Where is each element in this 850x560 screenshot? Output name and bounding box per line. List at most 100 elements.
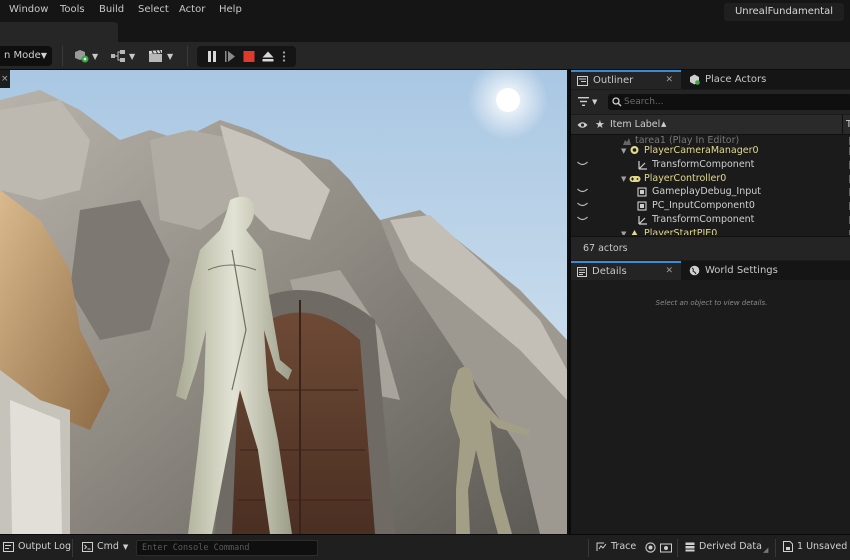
column-type-label[interactable]: T [846,119,850,130]
outliner-tree: tarea1 (Play In Editor) | ▼ PlayerCamera… [571,135,850,235]
main-toolbar: n Mode ▼ ▼ ▼ ▼ [0,42,850,70]
chevron-down-icon: ▼ [129,51,136,61]
eject-icon[interactable] [261,50,275,63]
clapperboard-icon [149,49,162,62]
close-icon[interactable]: × [0,74,9,84]
player-start-icon [631,230,638,235]
outliner-search-input[interactable] [624,95,844,109]
outliner-search-box[interactable] [608,94,850,110]
right-side-panels: Outliner ✕ Place Actors ▼ Search... ★ It… [569,70,850,534]
menu-tools[interactable]: Tools [60,4,85,15]
cinematics-button[interactable]: ▼ [148,47,173,65]
tab-world-settings[interactable]: World Settings [683,261,803,280]
mode-label: n Mode [4,50,41,61]
tab-outliner[interactable]: Outliner ✕ [571,70,681,89]
tree-row[interactable]: TransformComponent | [571,158,850,172]
record-icon[interactable] [645,542,656,553]
status-divider [775,539,776,557]
menu-select[interactable]: Select [138,4,169,15]
blueprints-button[interactable]: ▼ [110,47,135,65]
derived-data-icon [685,542,695,551]
menu-window[interactable]: Window [9,4,48,15]
document-tab-strip [0,22,850,42]
sort-ascending-icon: ▲ [661,120,667,128]
expand-arrow-icon[interactable]: ▼ [621,172,626,186]
transform-component-icon [638,216,647,225]
expand-arrow-icon[interactable]: ▼ [621,227,626,235]
pause-icon[interactable] [205,50,219,63]
step-frame-icon[interactable] [223,50,237,63]
output-log-label: Output Log [18,541,71,552]
details-tab-bar: Details ✕ World Settings [571,261,850,280]
chevron-down-icon: ▼ [92,51,99,61]
add-content-button[interactable]: ▼ [73,47,98,65]
tree-row-label: TransformComponent [652,214,755,225]
console-command-input[interactable] [136,540,318,556]
tree-row[interactable]: ▼ PlayerCameraManager0 | [571,144,850,158]
visibility-eye-icon[interactable] [577,216,588,222]
project-name-tab[interactable]: UnrealFundamental [724,3,844,21]
level-viewport[interactable] [0,70,567,534]
tab-outliner-label: Outliner [593,75,634,86]
resize-grip-icon: ◢ [763,546,769,554]
cmd-label: Cmd [97,541,119,552]
expand-arrow-icon[interactable]: ▼ [621,144,626,158]
details-panel: Select an object to view details. [571,280,850,534]
cmd-selector-button[interactable]: Cmd ▼ [82,541,128,552]
blueprint-icon [111,50,125,62]
menu-bar: Window Tools Build Select Actor Help Unr… [0,0,850,22]
visibility-eye-icon[interactable] [577,202,588,208]
visibility-eye-icon[interactable] [577,121,588,129]
mode-selector-dropdown[interactable]: n Mode ▼ [0,46,52,66]
tab-place-actors[interactable]: Place Actors [683,70,803,89]
column-item-label[interactable]: Item Label [610,119,660,130]
level-editor-tab[interactable] [0,22,118,42]
toolbar-divider [62,46,63,66]
output-log-button[interactable]: Output Log [3,541,71,552]
unsaved-changes-button[interactable]: 1 Unsaved [783,541,847,552]
close-icon[interactable]: ✕ [665,75,673,85]
details-empty-message: Select an object to view details. [655,299,768,307]
outliner-status-bar: 67 actors [571,236,850,260]
tree-row-label: PlayerController0 [644,173,727,184]
status-bar: Output Log Cmd ▼ Trace Derived Data [0,534,850,560]
favorite-star-icon[interactable]: ★ [595,118,605,131]
trace-button[interactable]: Trace [596,541,636,552]
visibility-eye-icon[interactable] [577,188,588,194]
tree-row[interactable]: TransformComponent | [571,213,850,227]
tree-row[interactable]: ▼ PlayerStartPIE0 | [571,227,850,235]
stop-icon[interactable] [242,50,256,63]
tab-place-actors-label: Place Actors [705,74,767,85]
menu-actor[interactable]: Actor [179,4,205,15]
game-scene-render [0,70,567,534]
filter-icon [578,97,589,106]
derived-data-label: Derived Data [699,541,762,552]
tree-row[interactable]: ▼ PlayerController0 | [571,172,850,186]
menu-help[interactable]: Help [219,4,242,15]
filter-button[interactable]: ▼ [578,96,597,107]
more-options-icon[interactable] [280,50,288,63]
tree-row[interactable]: PC_InputComponent0 | [571,199,850,213]
viewport-close-tab[interactable]: × [0,70,10,88]
save-file-icon [783,541,793,552]
chevron-down-icon: ▼ [40,51,47,60]
tab-details-label: Details [592,266,627,277]
derived-data-button[interactable]: Derived Data [685,541,762,552]
component-icon [637,187,647,197]
tab-world-settings-label: World Settings [705,265,778,276]
tree-row-label: TransformComponent [652,159,755,170]
close-icon[interactable]: ✕ [665,266,673,276]
visibility-eye-icon[interactable] [577,161,588,167]
menu-build[interactable]: Build [99,4,124,15]
trace-icon [596,542,607,551]
status-divider [588,539,589,557]
tree-row[interactable]: GameplayDebug_Input | [571,185,850,199]
camera-manager-icon [630,146,639,154]
search-icon [612,97,622,107]
tree-row-label: PlayerCameraManager0 [644,145,759,156]
place-actors-icon [690,74,700,85]
tab-details[interactable]: Details ✕ [571,261,681,280]
screenshot-icon[interactable] [660,542,672,553]
transform-component-icon [638,161,647,170]
component-icon [637,201,647,211]
